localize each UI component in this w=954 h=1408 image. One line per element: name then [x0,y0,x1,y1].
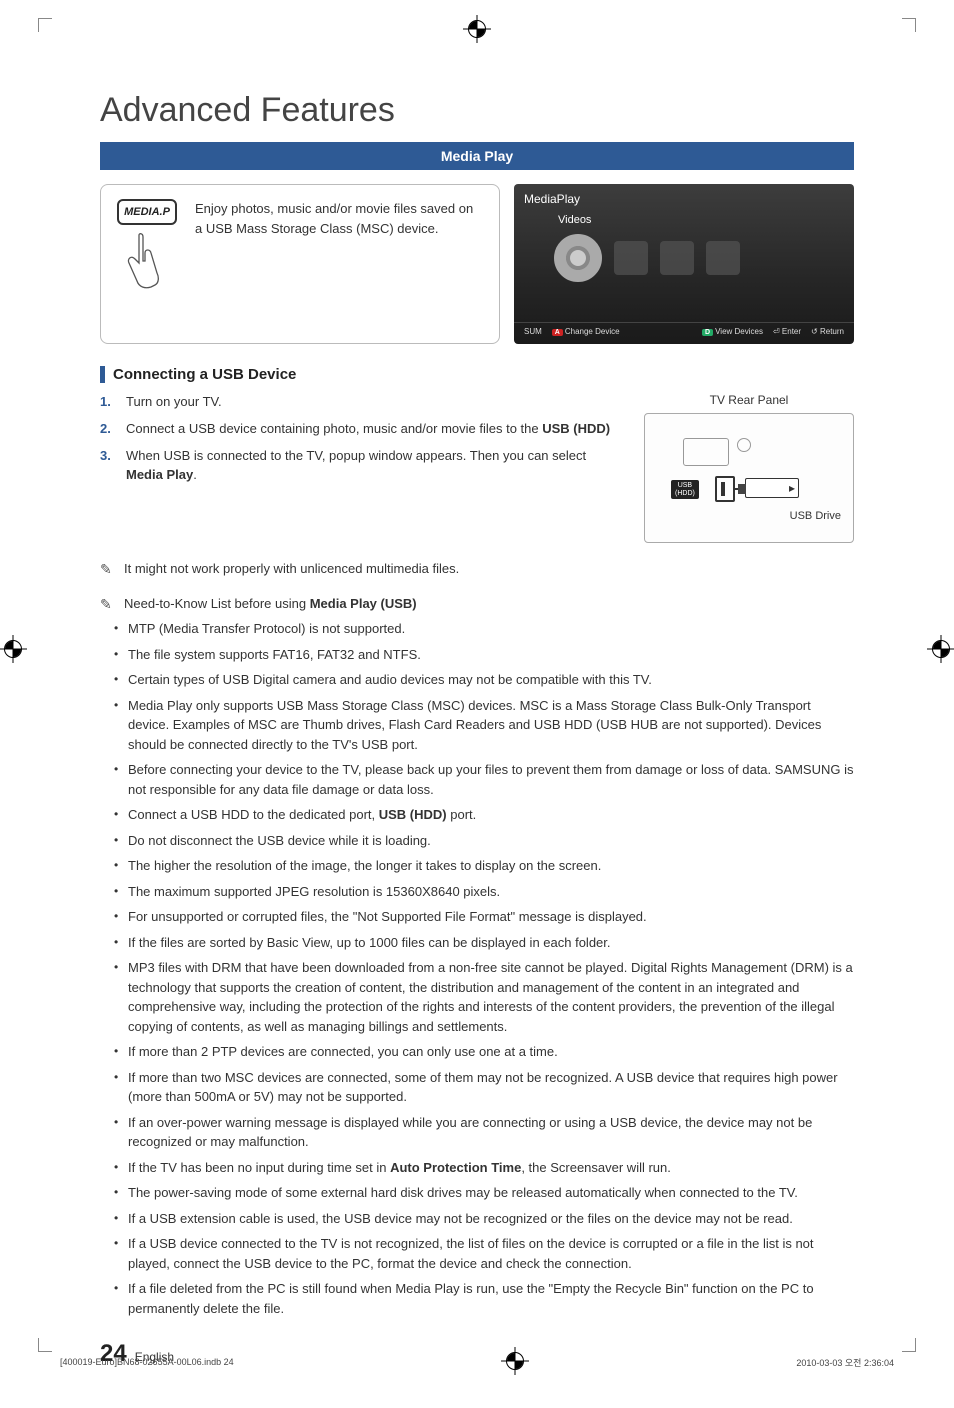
registration-mark-right [932,640,950,663]
list-item: Do not disconnect the USB device while i… [100,831,854,851]
list-item: Certain types of USB Digital camera and … [100,670,854,690]
port-icon [683,438,729,466]
enter-label: Enter [782,327,801,336]
rear-panel-diagram: TV Rear Panel USB (HDD) USB Drive [644,393,854,543]
list-item: The higher the resolution of the image, … [100,856,854,876]
subheading: Connecting a USB Device [100,366,854,383]
print-footer-right: 2010-03-03 오전 2:36:04 [796,1356,894,1369]
list-item: The file system supports FAT16, FAT32 an… [100,645,854,665]
note-text: Need-to-Know List before using Media Pla… [124,596,417,611]
registration-mark-bottom [506,1352,524,1372]
return-label: Return [820,327,844,336]
list-item: Before connecting your device to the TV,… [100,760,854,799]
usb-drive-label: USB Drive [790,510,841,522]
list-item: The power-saving mode of some external h… [100,1183,854,1203]
registration-mark-top [0,20,954,43]
section-bar: Media Play [100,142,854,170]
page-title: Advanced Features [100,91,854,130]
list-item: If the files are sorted by Basic View, u… [100,933,854,953]
media-tile-icon [614,241,648,275]
note-text: It might not work properly with unlicenc… [124,561,459,576]
list-item: If the TV has been no input during time … [100,1158,854,1178]
steps-list: Turn on your TV. Connect a USB device co… [100,393,624,484]
list-item: If a USB extension cable is used, the US… [100,1209,854,1229]
film-reel-icon [554,234,602,282]
tv-screenshot: MediaPlay Videos SUM AChange Device DVie… [514,184,854,344]
step-item: Turn on your TV. [100,393,624,412]
step-item: When USB is connected to the TV, popup w… [100,447,624,485]
registration-mark-left [4,640,22,663]
list-item: MP3 files with DRM that have been downlo… [100,958,854,1036]
usb-drive-icon [745,478,799,498]
list-item: If a USB device connected to the TV is n… [100,1234,854,1273]
list-item: Media Play only supports USB Mass Storag… [100,696,854,755]
crop-mark [38,18,52,32]
port-icon [737,438,751,452]
list-item: MTP (Media Transfer Protocol) is not sup… [100,619,854,639]
print-footer-left: [400019-Euro]BN68-02655A-00L06.indb 24 [60,1357,234,1367]
view-devices-label: View Devices [715,327,763,336]
rear-panel-caption: TV Rear Panel [644,393,854,407]
crop-mark [38,1338,52,1352]
remote-button-mediap: MEDIA.P [117,199,177,225]
media-tile-icon [706,241,740,275]
list-item: If an over-power warning message is disp… [100,1113,854,1152]
usb-hdd-label: USB (HDD) [671,480,699,499]
list-item: If more than two MSC devices are connect… [100,1068,854,1107]
sum-label: SUM [524,327,542,336]
tv-category-label: Videos [558,214,844,226]
tv-app-title: MediaPlay [524,192,844,206]
list-item: Connect a USB HDD to the dedicated port,… [100,805,854,825]
hand-icon [117,229,165,299]
step-item: Connect a USB device containing photo, m… [100,420,624,439]
list-item: For unsupported or corrupted files, the … [100,907,854,927]
usb-port-icon [715,476,735,502]
crop-mark [902,18,916,32]
list-item: The maximum supported JPEG resolution is… [100,882,854,902]
note-icon: ✎ [100,561,118,578]
bullet-list: MTP (Media Transfer Protocol) is not sup… [100,619,854,1318]
change-device-label: Change Device [565,327,620,336]
note-icon: ✎ [100,596,118,613]
list-item: If more than 2 PTP devices are connected… [100,1042,854,1062]
intro-text: Enjoy photos, music and/or movie files s… [195,199,483,238]
media-tile-icon [660,241,694,275]
remote-card: MEDIA.P Enjoy photos, music and/or movie… [100,184,500,344]
list-item: If a file deleted from the PC is still f… [100,1279,854,1318]
crop-mark [902,1338,916,1352]
